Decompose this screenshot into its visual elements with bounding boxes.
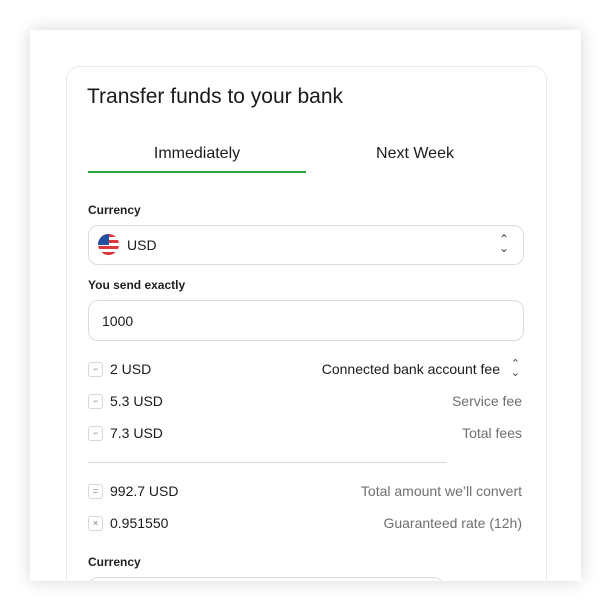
currency-select[interactable]: USD ⌃ ⌄ [88,225,524,265]
equals-icon: = [88,484,103,499]
tab-immediately[interactable]: Immediately [88,145,306,173]
rate-row: × 0.951550 Guaranteed rate (12h) [88,513,522,533]
currency-label: Currency [88,203,141,217]
page-title: Transfer funds to your bank [87,85,344,108]
fee-value: 7.3 USD [110,425,163,441]
rate-description: Guaranteed rate (12h) [383,515,522,531]
minus-icon: − [88,362,103,377]
total-convert-row: = 992.7 USD Total amount we’ll convert [88,481,522,501]
minus-icon: − [88,394,103,409]
fee-type-select[interactable]: Connected bank account fee [322,361,500,377]
fee-description: Service fee [451,393,522,409]
divider [88,462,447,463]
chevron-up-down-icon[interactable]: ⌃ ⌄ [511,359,520,379]
multiply-icon: × [88,516,103,531]
fee-description: Total fees [462,425,522,441]
send-amount-input[interactable]: 1000 [88,300,524,341]
convert-description: Total amount we’ll convert [360,483,522,499]
page-frame: Transfer funds to your bank Immediately … [30,30,581,581]
chevron-up-down-icon: ⌃ ⌄ [498,232,509,255]
fee-row-connected-bank: − 2 USD Connected bank account fee ⌃ ⌄ [88,359,522,379]
fee-value: 2 USD [110,361,152,377]
us-flag-icon [98,234,119,255]
minus-icon: − [88,426,103,441]
fee-row-total: − 7.3 USD Total fees [88,423,522,443]
convert-amount: 992.7 USD [110,483,179,499]
rate-value: 0.951550 [110,515,169,531]
fee-row-service: − 5.3 USD Service fee [88,391,522,411]
tab-next-week[interactable]: Next Week [306,145,524,171]
send-label: You send exactly [88,278,186,292]
currency-value: USD [127,237,157,253]
currency-label-2: Currency [88,555,141,569]
fee-value: 5.3 USD [110,393,163,409]
currency-select-2[interactable] [88,577,444,581]
transfer-card: Transfer funds to your bank Immediately … [66,66,547,581]
send-amount-value: 1000 [102,313,134,329]
